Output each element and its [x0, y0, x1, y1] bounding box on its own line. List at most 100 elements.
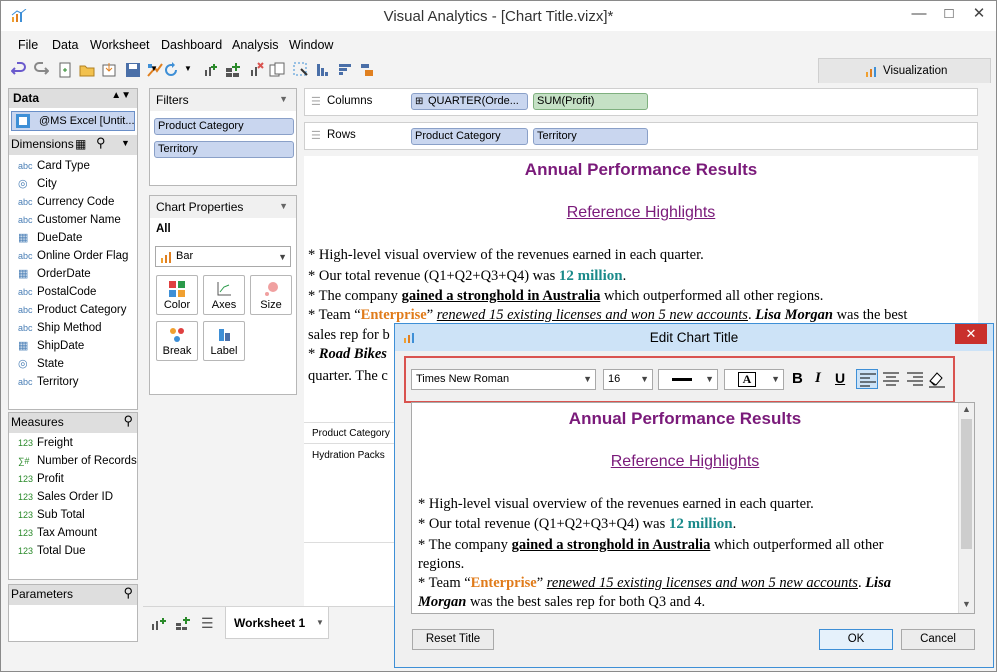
measures-item[interactable]: 123 Sub Total	[9, 506, 137, 524]
dimensions-dropdown-icon[interactable]: ▼	[121, 138, 130, 148]
undo-icon[interactable]	[11, 62, 27, 78]
table-view-icon[interactable]: ▦	[75, 137, 86, 151]
column-pill-quarter[interactable]: ⊞ QUARTER(Orde...	[411, 93, 528, 110]
editor-subtitle: Reference Highlights	[610, 453, 760, 470]
new-file-icon[interactable]	[57, 62, 73, 78]
dimensions-item-label: City	[37, 178, 57, 190]
measures-item[interactable]: 123 Total Due	[9, 542, 137, 560]
dimensions-item[interactable]: abc Currency Code	[9, 193, 137, 211]
font-size-select[interactable]: 16 ▼	[603, 369, 653, 390]
menu-worksheet[interactable]: Worksheet	[90, 38, 150, 52]
search-icon[interactable]: ⚲	[123, 413, 133, 429]
menu-data[interactable]: Data	[52, 38, 78, 52]
refresh-dropdown-icon[interactable]: ▼	[184, 64, 192, 73]
minimize-icon[interactable]: —	[904, 1, 934, 27]
close-icon[interactable]: ✕	[964, 1, 994, 27]
data-source-dropdown-icon[interactable]: ▼	[150, 64, 158, 73]
measures-item[interactable]: 123 Profit	[9, 470, 137, 488]
search-icon[interactable]: ⚲	[123, 585, 133, 601]
size-button[interactable]: Size	[250, 275, 292, 315]
clear-format-icon[interactable]	[927, 369, 947, 389]
dimensions-item[interactable]: abc Product Category	[9, 301, 137, 319]
italic-icon[interactable]: I	[815, 370, 821, 387]
line-style-select[interactable]: ▼	[658, 369, 718, 390]
column-pill-sum-profit[interactable]: SUM(Profit)	[533, 93, 648, 110]
maximize-icon[interactable]: □	[934, 1, 964, 27]
measures-item[interactable]: 123 Freight	[9, 434, 137, 452]
mark-type-select[interactable]: Bar ▼	[155, 246, 291, 267]
label-button[interactable]: Label	[203, 321, 245, 361]
row-pill-territory[interactable]: Territory	[533, 128, 648, 145]
new-dashboard-icon[interactable]	[175, 617, 191, 631]
scrollbar-thumb[interactable]	[961, 419, 972, 549]
align-left-icon[interactable]	[856, 369, 878, 389]
search-icon[interactable]: ⚲	[96, 135, 106, 151]
filters-dropdown-icon[interactable]: ▼	[279, 94, 288, 104]
break-button[interactable]: Break	[156, 321, 198, 361]
dimensions-item[interactable]: ▦ OrderDate	[9, 265, 137, 283]
scroll-down-icon[interactable]: ▼	[962, 599, 971, 609]
sort-toggle-icon[interactable]: ▲▼	[111, 90, 131, 101]
new-dashboard-icon[interactable]	[225, 62, 241, 78]
new-worksheet-icon[interactable]	[203, 62, 219, 78]
sort-descending-icon[interactable]	[337, 62, 353, 78]
dimensions-item[interactable]: ▦ DueDate	[9, 229, 137, 247]
swap-axes-icon[interactable]	[359, 62, 375, 78]
select-icon[interactable]	[293, 62, 309, 78]
export-icon[interactable]	[101, 62, 117, 78]
measures-item[interactable]: 123 Sales Order ID	[9, 488, 137, 506]
menu-dashboard[interactable]: Dashboard	[161, 38, 222, 52]
refresh-icon[interactable]	[163, 62, 179, 78]
dimensions-item[interactable]: abc Ship Method	[9, 319, 137, 337]
align-center-icon[interactable]	[881, 369, 901, 389]
filter-pill-territory[interactable]: Territory	[154, 141, 294, 158]
ok-button[interactable]: OK	[819, 629, 893, 650]
dimensions-item[interactable]: abc Card Type	[9, 157, 137, 175]
font-color-select[interactable]: A ▼	[724, 369, 784, 390]
dimensions-item[interactable]: abc Territory	[9, 373, 137, 391]
tab-visualization[interactable]: Visualization	[818, 58, 991, 83]
tab-dropdown-icon[interactable]: ▼	[316, 618, 324, 627]
data-source-item[interactable]: @MS Excel [Untit...	[11, 111, 135, 131]
editor-scrollbar[interactable]: ▲ ▼	[958, 403, 974, 613]
dimensions-item[interactable]: ◎ City	[9, 175, 137, 193]
measures-item[interactable]: ∑# Number of Records	[9, 452, 137, 470]
row-pill-product-category[interactable]: Product Category	[411, 128, 528, 145]
redo-icon[interactable]	[33, 62, 49, 78]
align-right-icon[interactable]	[905, 369, 925, 389]
dimensions-item[interactable]: ◎ State	[9, 355, 137, 373]
title-editor[interactable]: Annual Performance Results Reference Hig…	[411, 402, 975, 614]
new-worksheet-icon[interactable]	[151, 617, 167, 631]
underline-icon[interactable]: U	[835, 370, 845, 386]
cancel-button[interactable]: Cancel	[901, 629, 975, 650]
filter-pill-product-category[interactable]: Product Category	[154, 118, 294, 135]
scroll-up-icon[interactable]: ▲	[962, 404, 971, 414]
color-button[interactable]: Color	[156, 275, 198, 315]
save-icon[interactable]	[125, 62, 141, 78]
axes-button[interactable]: Axes	[203, 275, 245, 315]
dimensions-item[interactable]: abc PostalCode	[9, 283, 137, 301]
chart-title[interactable]: Annual Performance Results	[304, 160, 978, 180]
expand-icon[interactable]: ⊞	[415, 94, 423, 109]
dimensions-item[interactable]: ▦ ShipDate	[9, 337, 137, 355]
duplicate-sheet-icon[interactable]	[269, 62, 285, 78]
chart-subtitle[interactable]: Reference Highlights	[304, 204, 978, 222]
sort-ascending-icon[interactable]	[315, 62, 331, 78]
reset-title-button[interactable]: Reset Title	[412, 629, 494, 650]
tab-worksheet-1[interactable]: Worksheet 1 ▼	[225, 607, 329, 639]
font-family-select[interactable]: Times New Roman ▼	[411, 369, 596, 390]
clear-sheet-icon[interactable]	[249, 62, 265, 78]
menu-window[interactable]: Window	[289, 38, 333, 52]
scope-all-label[interactable]: All	[156, 223, 171, 235]
bold-icon[interactable]: B	[792, 370, 803, 387]
dimensions-item[interactable]: abc Online Order Flag	[9, 247, 137, 265]
open-folder-icon[interactable]	[79, 62, 95, 78]
chart-properties-dropdown-icon[interactable]: ▼	[279, 201, 288, 211]
menu-file[interactable]: File	[18, 38, 38, 52]
dialog-close-icon[interactable]: ✕	[955, 324, 987, 344]
editor-morgan: Morgan	[418, 594, 467, 610]
measures-item[interactable]: 123 Tax Amount	[9, 524, 137, 542]
menu-analysis[interactable]: Analysis	[232, 38, 279, 52]
sheet-list-icon[interactable]: ☰	[201, 615, 214, 632]
dimensions-item[interactable]: abc Customer Name	[9, 211, 137, 229]
